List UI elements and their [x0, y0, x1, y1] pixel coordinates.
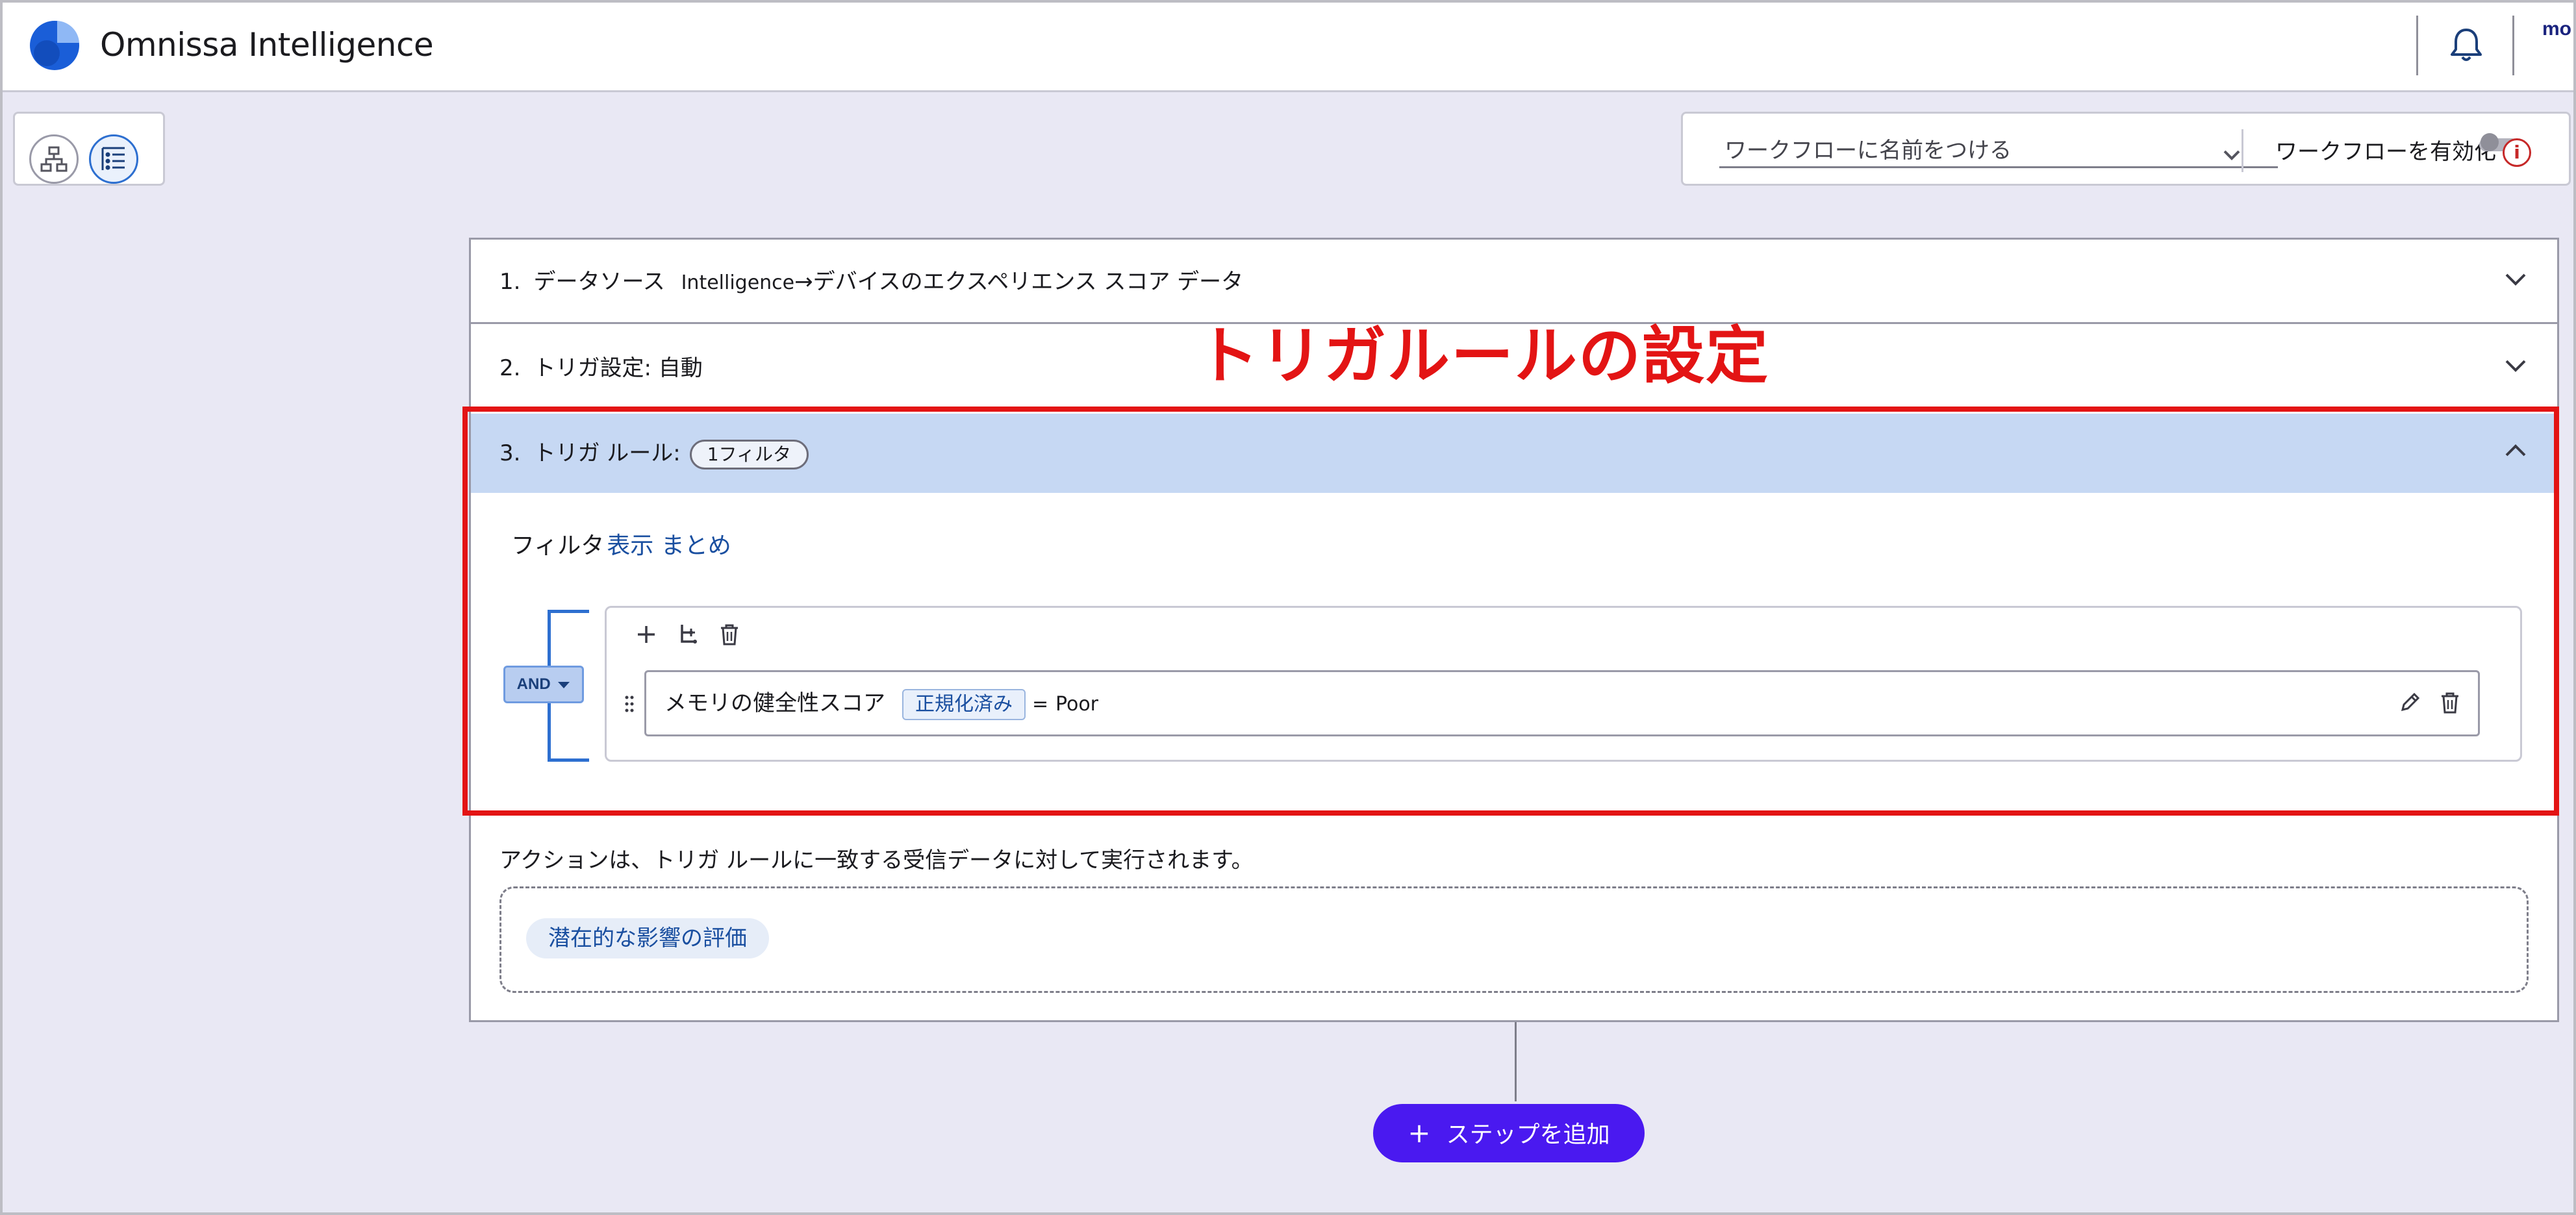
arrow-icon: →	[794, 269, 813, 295]
header-divider	[2416, 16, 2418, 75]
annotation-label: トリガルールの設定	[1196, 319, 1769, 392]
step-target: デバイスのエクスペリエンス スコア データ	[813, 269, 1244, 295]
chevron-down-icon[interactable]	[2219, 145, 2244, 164]
step-connector-line	[1515, 1022, 1517, 1101]
step-number: 2.	[499, 355, 521, 381]
panel-divider	[2241, 129, 2243, 172]
step-number: 1.	[499, 269, 521, 295]
workflow-name-input[interactable]: ワークフローに名前をつける	[1719, 136, 2278, 168]
add-step-button[interactable]: + ステップを追加	[1373, 1104, 1645, 1162]
list-view-icon	[101, 147, 125, 170]
plus-icon: +	[1408, 1117, 1431, 1149]
workflow-enable-label: ワークフローを有効化	[2275, 139, 2496, 165]
header-divider	[2512, 16, 2514, 75]
app-title[interactable]: Omnissa Intelligence	[100, 22, 434, 68]
view-toggle	[13, 112, 165, 186]
tree-view-button[interactable]	[29, 134, 79, 184]
chevron-down-icon[interactable]	[2503, 356, 2529, 375]
action-description: アクションは、トリガ ルールに一致する受信データに対して実行されます。	[499, 847, 1254, 873]
workflow-header-panel: ワークフローに名前をつける ワークフローを有効化 i	[1681, 112, 2571, 186]
action-dropzone: 潜在的な影響の評価	[499, 886, 2529, 993]
action-chip[interactable]: 潜在的な影響の評価	[526, 918, 769, 958]
step-label: トリガ設定: 自動	[533, 355, 703, 381]
chevron-down-icon[interactable]	[2503, 269, 2529, 289]
top-bar: Omnissa Intelligence mo	[3, 3, 2573, 92]
info-icon[interactable]: i	[2503, 138, 2531, 167]
step-1-data-source[interactable]: 1. データソース Intelligence→デバイスのエクスペリエンス スコア …	[471, 240, 2557, 324]
omnissa-logo	[30, 21, 79, 70]
step-source: Intelligence	[681, 271, 795, 294]
list-view-button[interactable]	[89, 134, 138, 184]
bell-icon[interactable]	[2446, 25, 2486, 65]
add-step-label: ステップを追加	[1446, 1121, 1610, 1148]
step-label: データソース	[533, 269, 665, 295]
user-menu[interactable]: mo	[2542, 18, 2571, 40]
annotation-highlight-box	[462, 407, 2559, 816]
org-chart-icon	[40, 146, 68, 172]
